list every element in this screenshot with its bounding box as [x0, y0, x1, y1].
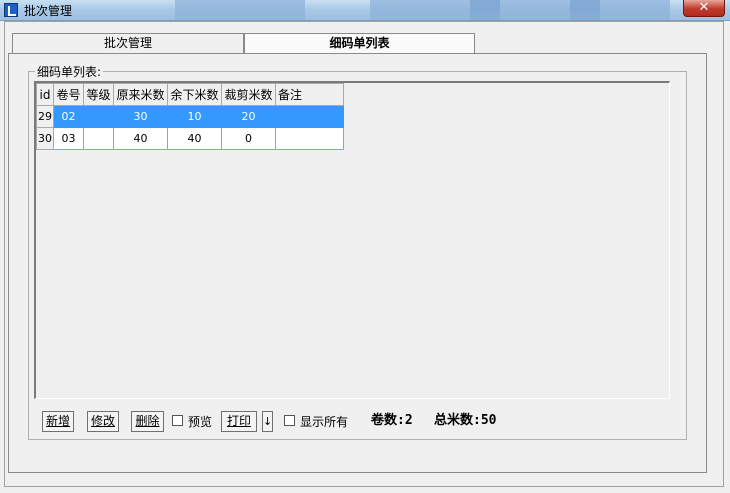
roll-cell[interactable]: 03 — [53, 127, 84, 150]
preview-label: 预览 — [188, 415, 213, 429]
remark-cell[interactable] — [275, 127, 344, 150]
title-bar: 批次管理 ✕ — [0, 0, 730, 21]
grade-cell[interactable] — [83, 105, 114, 128]
column-header-roll[interactable]: 卷号 — [53, 83, 84, 106]
background-blur — [570, 0, 670, 20]
print-button[interactable]: 打印 — [221, 411, 257, 432]
total-meters: 总米数:50 — [434, 413, 497, 428]
show-all-checkbox[interactable] — [284, 415, 295, 426]
column-header-remaining-meters[interactable]: 余下米数 — [167, 83, 222, 106]
delete-button[interactable]: 删除 — [131, 411, 164, 432]
show-all-label: 显示所有 — [300, 415, 349, 429]
edit-button[interactable]: 修改 — [87, 411, 119, 432]
tab-detail-list[interactable]: 细码单列表 — [244, 33, 475, 53]
background-blur — [175, 0, 305, 20]
add-button[interactable]: 新增 — [42, 411, 74, 432]
row-id-cell[interactable]: 29 — [36, 105, 54, 128]
grade-cell[interactable] — [83, 127, 114, 150]
cut-meters-cell[interactable]: 20 — [221, 105, 276, 128]
original-meters-cell[interactable]: 40 — [113, 127, 168, 150]
column-header-cut-meters[interactable]: 裁剪米数 — [221, 83, 276, 106]
original-meters-cell[interactable]: 30 — [113, 105, 168, 128]
preview-checkbox[interactable] — [172, 415, 183, 426]
row-id-cell[interactable]: 30 — [36, 127, 54, 150]
column-header-id[interactable]: id — [36, 83, 54, 106]
table-row[interactable]: 29 02 30 10 20 — [36, 105, 344, 128]
grid-header-row: id 卷号 等级 原来米数 余下米数 裁剪米数 备注 — [36, 83, 344, 106]
roll-cell[interactable]: 02 — [53, 105, 84, 128]
roll-count: 卷数:2 — [371, 413, 413, 428]
delete-button-label: 删除 — [135, 414, 160, 428]
add-button-label: 新增 — [45, 414, 70, 428]
remark-cell[interactable] — [275, 105, 344, 128]
tab-batch-management[interactable]: 批次管理 — [12, 33, 244, 53]
data-grid[interactable]: id 卷号 等级 原来米数 余下米数 裁剪米数 备注 29 02 30 10 2… — [36, 83, 344, 150]
print-button-label: 打印 — [226, 414, 251, 428]
remaining-meters-cell[interactable]: 40 — [167, 127, 222, 150]
column-header-remark[interactable]: 备注 — [275, 83, 344, 106]
app-icon — [4, 3, 18, 17]
window-title: 批次管理 — [24, 4, 73, 18]
column-header-grade[interactable]: 等级 — [83, 83, 114, 106]
print-menu-button[interactable]: ↓ — [262, 411, 273, 432]
edit-button-label: 修改 — [90, 414, 115, 428]
groupbox-label: 细码单列表: — [35, 63, 104, 80]
column-header-original-meters[interactable]: 原来米数 — [113, 83, 168, 106]
close-button[interactable]: ✕ — [683, 0, 725, 17]
cut-meters-cell[interactable]: 0 — [221, 127, 276, 150]
remaining-meters-cell[interactable]: 10 — [167, 105, 222, 128]
table-row[interactable]: 30 03 40 40 0 — [36, 127, 344, 150]
